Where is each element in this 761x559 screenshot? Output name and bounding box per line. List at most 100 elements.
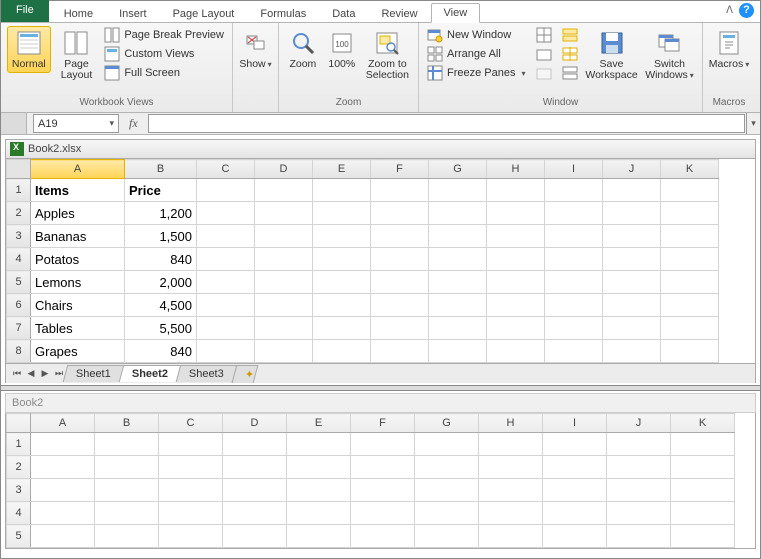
col-header-2-A[interactable]: A — [31, 414, 95, 433]
tab-review[interactable]: Review — [368, 4, 430, 23]
show-button[interactable]: Show▾ — [236, 26, 274, 73]
cell-F8[interactable] — [371, 340, 429, 363]
cell-A4[interactable]: Potatos — [31, 248, 125, 271]
cell-H3[interactable] — [487, 225, 545, 248]
zoom-100-button[interactable]: 100 100% — [325, 26, 359, 73]
cell2-G1[interactable] — [415, 433, 479, 456]
fx-icon[interactable]: fx — [125, 116, 142, 131]
cell2-E2[interactable] — [287, 456, 351, 479]
cell2-H2[interactable] — [479, 456, 543, 479]
workbook2-titlebar[interactable]: Book2 — [5, 393, 756, 413]
cell-H2[interactable] — [487, 202, 545, 225]
col-header-2-J[interactable]: J — [607, 414, 671, 433]
formula-input[interactable] — [148, 114, 745, 133]
cell-E3[interactable] — [313, 225, 371, 248]
cell-B7[interactable]: 5,500 — [125, 317, 197, 340]
cell-G3[interactable] — [429, 225, 487, 248]
cell2-C4[interactable] — [159, 502, 223, 525]
cell-B8[interactable]: 840 — [125, 340, 197, 363]
cell-A8[interactable]: Grapes — [31, 340, 125, 363]
cell-E8[interactable] — [313, 340, 371, 363]
cell-H5[interactable] — [487, 271, 545, 294]
cell-E1[interactable] — [313, 179, 371, 202]
cell-F5[interactable] — [371, 271, 429, 294]
full-screen-button[interactable]: Full Screen — [102, 64, 226, 82]
hide-button[interactable] — [534, 45, 554, 63]
cell2-D3[interactable] — [223, 479, 287, 502]
cell-G1[interactable] — [429, 179, 487, 202]
col-header-2-E[interactable]: E — [287, 414, 351, 433]
col-header-F[interactable]: F — [371, 160, 429, 179]
cell-K4[interactable] — [661, 248, 719, 271]
col-header-2-B[interactable]: B — [95, 414, 159, 433]
col-header-H[interactable]: H — [487, 160, 545, 179]
tab-view[interactable]: View — [431, 3, 481, 23]
cell2-J4[interactable] — [607, 502, 671, 525]
cell-C8[interactable] — [197, 340, 255, 363]
cell-C5[interactable] — [197, 271, 255, 294]
cell2-I5[interactable] — [543, 525, 607, 548]
row-header-2-5[interactable]: 5 — [7, 525, 31, 548]
cell2-D2[interactable] — [223, 456, 287, 479]
formula-expand-icon[interactable]: ▾ — [746, 113, 760, 134]
cell-K6[interactable] — [661, 294, 719, 317]
cell-J4[interactable] — [603, 248, 661, 271]
freeze-panes-button[interactable]: Freeze Panes▾ — [425, 64, 528, 82]
cell-C6[interactable] — [197, 294, 255, 317]
cell2-J2[interactable] — [607, 456, 671, 479]
cell-J2[interactable] — [603, 202, 661, 225]
tab-insert[interactable]: Insert — [106, 4, 160, 23]
cell-J8[interactable] — [603, 340, 661, 363]
cell-G7[interactable] — [429, 317, 487, 340]
cell2-A3[interactable] — [31, 479, 95, 502]
cell2-H5[interactable] — [479, 525, 543, 548]
cell-F7[interactable] — [371, 317, 429, 340]
col-header-2-G[interactable]: G — [415, 414, 479, 433]
cell-H8[interactable] — [487, 340, 545, 363]
name-box[interactable]: A19 ▾ — [33, 114, 119, 133]
cell2-E4[interactable] — [287, 502, 351, 525]
cell-I5[interactable] — [545, 271, 603, 294]
cell-G6[interactable] — [429, 294, 487, 317]
cell-B6[interactable]: 4,500 — [125, 294, 197, 317]
cell2-B3[interactable] — [95, 479, 159, 502]
new-window-button[interactable]: New Window — [425, 26, 528, 44]
cell-C4[interactable] — [197, 248, 255, 271]
col-header-2-D[interactable]: D — [223, 414, 287, 433]
cell-C7[interactable] — [197, 317, 255, 340]
page-layout-view-button[interactable]: Page Layout — [55, 26, 99, 84]
cell-G4[interactable] — [429, 248, 487, 271]
tab-data[interactable]: Data — [319, 4, 368, 23]
cell-F3[interactable] — [371, 225, 429, 248]
tab-page-layout[interactable]: Page Layout — [160, 4, 248, 23]
row-header-8[interactable]: 8 — [7, 340, 31, 363]
new-sheet-button[interactable]: ✦ — [231, 365, 258, 383]
tab-formulas[interactable]: Formulas — [247, 4, 319, 23]
cell-I3[interactable] — [545, 225, 603, 248]
cell2-G5[interactable] — [415, 525, 479, 548]
cell-F4[interactable] — [371, 248, 429, 271]
cell-I1[interactable] — [545, 179, 603, 202]
cell2-E1[interactable] — [287, 433, 351, 456]
col-header-E[interactable]: E — [313, 160, 371, 179]
cell-D1[interactable] — [255, 179, 313, 202]
cell2-A1[interactable] — [31, 433, 95, 456]
cell-I4[interactable] — [545, 248, 603, 271]
sheet-tab-sheet1[interactable]: Sheet1 — [63, 365, 124, 382]
cell-I7[interactable] — [545, 317, 603, 340]
cell-E6[interactable] — [313, 294, 371, 317]
cell-K1[interactable] — [661, 179, 719, 202]
col-header-I[interactable]: I — [545, 160, 603, 179]
cell-D2[interactable] — [255, 202, 313, 225]
cell2-B5[interactable] — [95, 525, 159, 548]
cell-A3[interactable]: Bananas — [31, 225, 125, 248]
cell2-B1[interactable] — [95, 433, 159, 456]
cell-C1[interactable] — [197, 179, 255, 202]
cell-G8[interactable] — [429, 340, 487, 363]
sheet-tab-sheet2[interactable]: Sheet2 — [119, 365, 182, 382]
cell-B5[interactable]: 2,000 — [125, 271, 197, 294]
chevron-down-icon[interactable]: ▾ — [109, 118, 114, 129]
cell2-A5[interactable] — [31, 525, 95, 548]
cell-I8[interactable] — [545, 340, 603, 363]
cell2-F3[interactable] — [351, 479, 415, 502]
